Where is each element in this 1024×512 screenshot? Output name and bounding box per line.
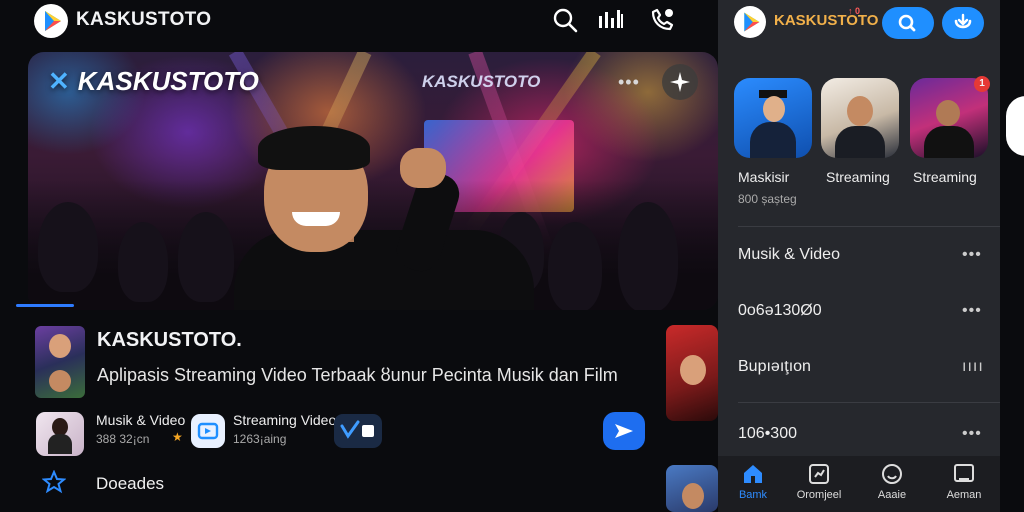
crowd-silhouette [618, 202, 678, 310]
list-item-musik-video[interactable]: Musik & Video [738, 246, 840, 264]
app-meta-maskisir: 800 șașteg [738, 192, 797, 206]
smile-icon [882, 464, 902, 484]
panel-search-button[interactable] [882, 7, 934, 39]
hero-brand-text: KASKUSTOTO [77, 66, 259, 96]
top-bar: KASKUSTOTO [0, 0, 718, 42]
panel-account-button[interactable] [942, 7, 984, 39]
person-hair [258, 126, 370, 170]
search-icon [898, 14, 916, 32]
nav-label: Oromjeel [796, 489, 842, 501]
crowd-silhouette [38, 202, 98, 292]
panel-notification-badge: ↑ 0 [848, 6, 861, 16]
phone-icon[interactable] [648, 6, 676, 34]
hero-more-button[interactable]: ••• [618, 72, 640, 93]
panel-logo-icon[interactable] [734, 6, 766, 38]
hero-progress-bar [16, 304, 74, 307]
crowd-silhouette [178, 212, 234, 302]
list-more-button[interactable]: ıııı [962, 358, 984, 376]
chip-meta-musik-video: 388 32¡cn [96, 432, 150, 446]
star-outline-icon[interactable] [42, 470, 66, 494]
panel-title: KASKUSTOTO [774, 12, 879, 29]
nav-item-2[interactable]: Oromjeel [784, 462, 854, 510]
hero-brand: ✕ KASKUSTOTO [48, 66, 259, 97]
list-item-4[interactable]: 106•300 [738, 425, 797, 443]
message-icon [954, 464, 974, 482]
sparkle-icon [670, 72, 690, 92]
list-item-2[interactable]: 0o6ə130Ø0 [738, 302, 822, 320]
equalizer-icon[interactable] [597, 6, 625, 34]
crowd-silhouette [548, 222, 602, 310]
app-logo-icon[interactable] [34, 4, 68, 38]
section-label[interactable]: Doeades [96, 474, 164, 494]
list-more-button[interactable]: ••• [962, 425, 982, 443]
hero-banner[interactable]: ✕ KASKUSTOTO KASKUSTOTO ••• [28, 52, 718, 310]
chip-label-musik-video[interactable]: Musik & Video [96, 412, 185, 428]
poster-thumbnail[interactable] [666, 325, 718, 421]
chip-label-streaming-video[interactable]: Streaming Video [233, 412, 336, 428]
info-title: KASKUSTOTO. [97, 329, 242, 351]
app-card-badge: 1 [974, 76, 990, 92]
info-subtitle: Aplipasis Streaming Video Terbaak ȣunur … [97, 365, 618, 385]
person-torso [234, 230, 534, 310]
streaming-video-icon[interactable] [191, 414, 225, 448]
list-item-3[interactable]: Bupıəıţıon [738, 358, 811, 376]
share-button[interactable] [603, 412, 645, 450]
nav-label: Bamk [738, 489, 768, 501]
app-card-streaming[interactable] [821, 78, 899, 158]
divider [738, 402, 1000, 403]
app-label-streaming-2: Streaming [913, 169, 977, 185]
chip-meta-streaming-video: 1263¡aing [233, 432, 287, 446]
app-card-maskisir[interactable] [734, 78, 812, 158]
star-icon: ★ [172, 430, 183, 444]
nav-label: Aeman [946, 489, 982, 501]
chart-icon [809, 464, 829, 484]
crowd-silhouette [118, 222, 168, 302]
app-title: KASKUSTOTO [76, 9, 212, 30]
home-icon [744, 465, 762, 483]
app-label-streaming: Streaming [826, 169, 890, 185]
nav-item-3[interactable]: Aaaie [857, 462, 927, 510]
stage-sign: KASKUSTOTO [422, 72, 541, 91]
poster-thumbnail[interactable] [666, 465, 718, 512]
person-smile [292, 212, 340, 226]
app-label-maskisir: Maskisir [738, 169, 790, 185]
nav-item-home[interactable]: Bamk [718, 462, 788, 510]
refresh-icon [954, 13, 972, 29]
list-more-button[interactable]: ••• [962, 246, 982, 264]
media-toggle-button[interactable] [334, 414, 382, 448]
search-icon[interactable] [551, 6, 579, 34]
musik-video-thumbnail[interactable] [36, 412, 84, 456]
content-thumbnail[interactable] [35, 326, 85, 398]
bottom-nav: Bamk Oromjeel Aaaie Aeman [718, 456, 1000, 512]
list-more-button[interactable]: ••• [962, 302, 982, 320]
close-x-icon[interactable]: ✕ [48, 66, 70, 96]
person-fist [400, 148, 446, 188]
nav-item-4[interactable]: Aeman [929, 462, 999, 510]
hero-badge-button[interactable] [662, 64, 698, 100]
edge-bubble[interactable] [1006, 96, 1024, 156]
nav-label: Aaaie [877, 489, 907, 501]
divider [738, 226, 1000, 227]
send-icon [615, 424, 633, 438]
side-panel: KASKUSTOTO ↑ 0 1 Maskisir 800 șașteg Str… [718, 0, 1000, 512]
